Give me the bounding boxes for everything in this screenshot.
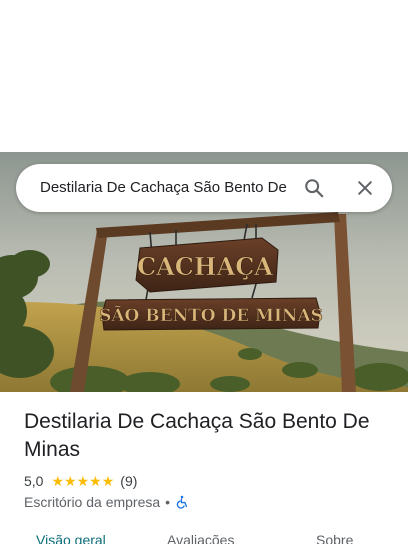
search-bar[interactable]: Destilaria De Cachaça São Bento De [16, 164, 392, 212]
close-icon [358, 181, 372, 195]
sign-bottom-text: SÃO BENTO DE MINAS [99, 304, 323, 326]
star-icon: ★ [101, 473, 115, 489]
separator-dot: • [165, 494, 171, 510]
search-icon [305, 179, 324, 198]
rating-stars: ★ ★ ★ ★ ★ [51, 474, 114, 488]
search-button[interactable] [298, 172, 330, 204]
rating-row[interactable]: 5,0 ★ ★ ★ ★ ★ (9) [24, 471, 137, 491]
tab-reviews[interactable]: Avaliações [167, 532, 234, 544]
wheelchair-accessible-icon [175, 495, 189, 509]
star-icon: ★ [76, 473, 90, 489]
place-title: Destilaria De Cachaça São Bento De Minas [24, 410, 370, 461]
place-tabs: Visão geral Avaliações Sobre [0, 528, 408, 544]
map-area-blank [0, 0, 408, 152]
review-count[interactable]: (9) [120, 473, 137, 489]
place-category: Escritório da empresa [24, 494, 161, 510]
tab-overview[interactable]: Visão geral [36, 532, 106, 544]
close-button[interactable] [349, 172, 381, 204]
star-icon: ★ [64, 473, 77, 489]
sign-top-text: CACHAÇA [137, 252, 273, 281]
category-row: Escritório da empresa • [24, 492, 189, 512]
rating-value: 5,0 [24, 473, 44, 489]
search-input[interactable]: Destilaria De Cachaça São Bento De [40, 164, 302, 212]
tab-about[interactable]: Sobre [316, 532, 353, 544]
star-icon: ★ [89, 473, 102, 489]
star-icon: ★ [51, 473, 65, 489]
